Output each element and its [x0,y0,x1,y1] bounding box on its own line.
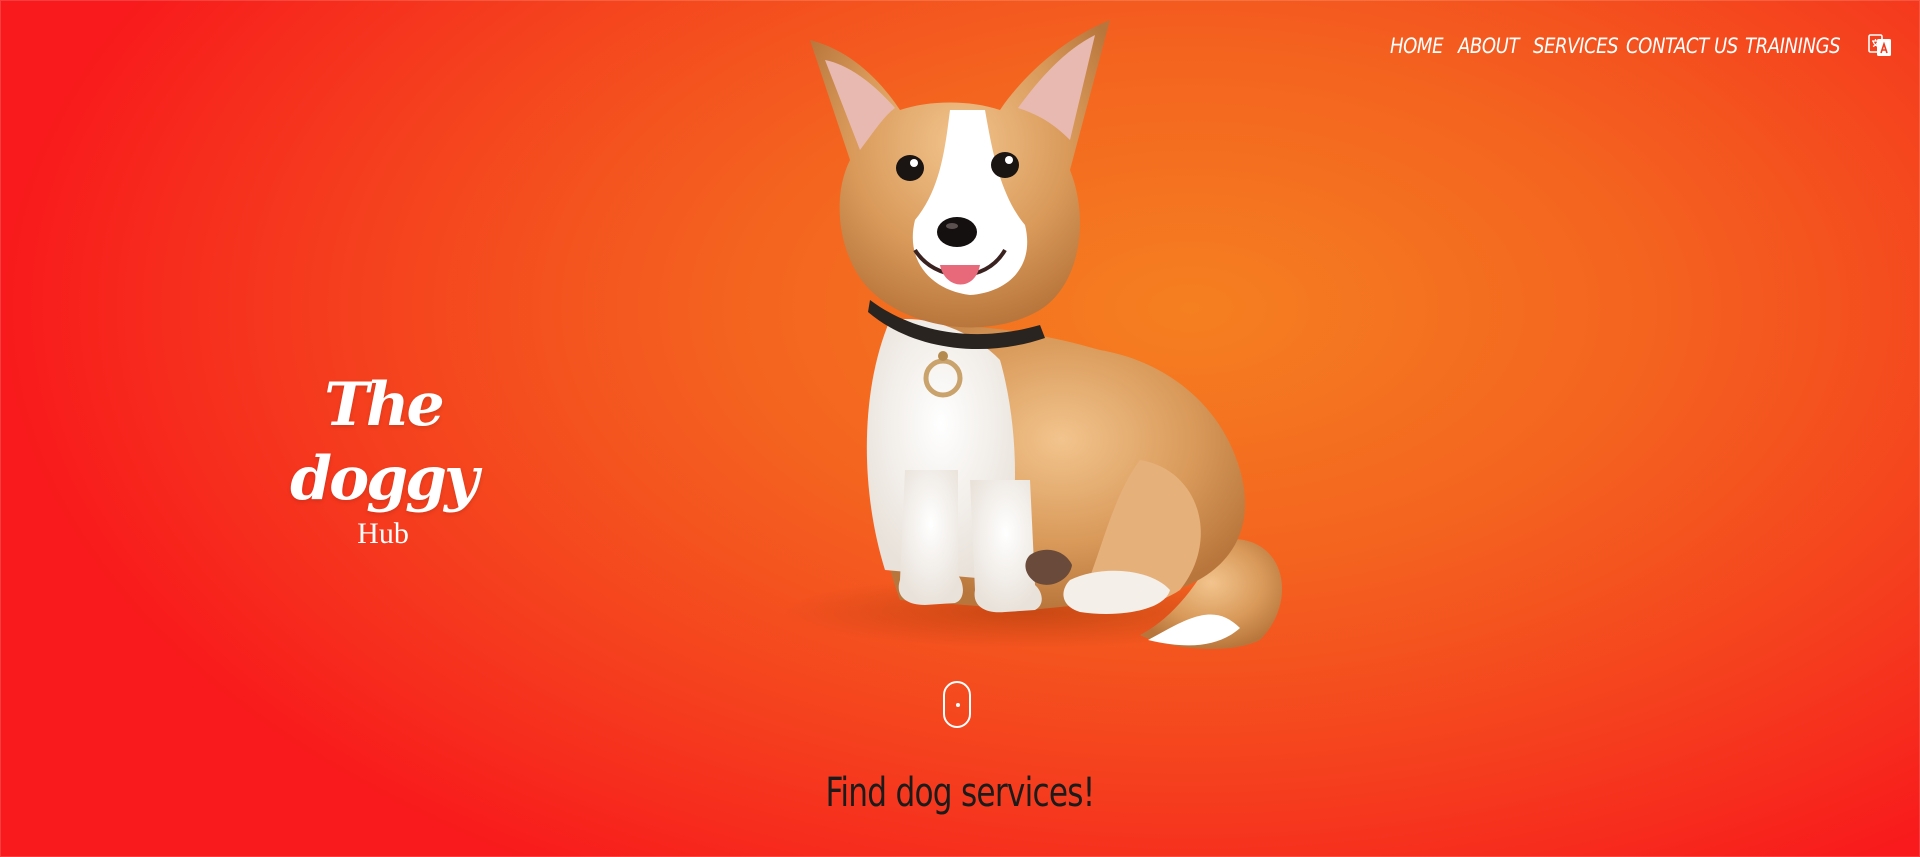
scroll-wheel-dot [956,703,960,707]
nav-home-link[interactable]: HOME [1390,34,1444,58]
corgi-puppy-illustration [780,20,1283,650]
site-title: The doggy [290,370,479,514]
nav-about-link[interactable]: ABOUT [1458,34,1519,58]
main-nav: HOME ABOUT SERVICES CONTACT US TRAININGS [1390,30,1853,62]
mouse-scroll-icon[interactable] [943,681,971,728]
nav-contact-us-link[interactable]: CONTACT US [1626,34,1738,58]
brand-block: The doggy Hub [230,368,536,552]
nav-trainings-link[interactable]: TRAININGS [1745,34,1841,58]
nav-services-link[interactable]: SERVICES [1533,34,1619,58]
site-subtitle: Hub [357,517,409,550]
translate-icon[interactable] [1868,33,1892,57]
find-services-heading: Find dog services! [825,770,1096,816]
